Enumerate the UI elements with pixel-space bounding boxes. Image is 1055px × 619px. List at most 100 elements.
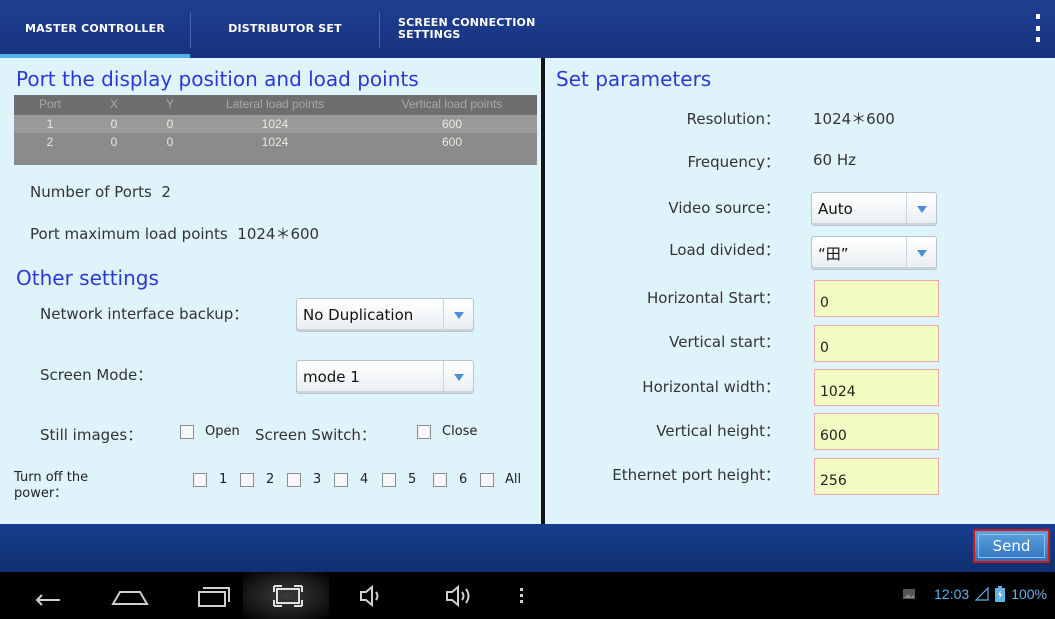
system-nav-bar: 12:03 100% — [0, 572, 1055, 619]
tab-label-line2: SETTINGS — [398, 28, 461, 41]
power-off-checkbox-all[interactable] — [480, 473, 494, 487]
tab-distributor-set[interactable]: DISTRIBUTOR SET — [191, 0, 379, 58]
signal-icon — [975, 587, 989, 601]
power-off-option-label: 6 — [459, 472, 468, 487]
volume-down-icon[interactable] — [356, 580, 386, 610]
screen-mode-dropdown[interactable]: mode 1 — [296, 360, 474, 394]
video-source-dropdown[interactable]: Auto — [811, 192, 937, 226]
menu-dots-icon[interactable] — [514, 580, 528, 610]
power-off-option-label: All — [505, 472, 522, 487]
load-divided-value: “田” — [818, 244, 849, 263]
section-title-port-display: Port the display position and load point… — [16, 67, 419, 91]
table-cell: 0 — [110, 135, 118, 149]
horizontal-width-input[interactable]: 1024 — [814, 369, 939, 406]
power-off-checkbox-5[interactable] — [382, 473, 396, 487]
ports-label: Number of Ports — [30, 183, 152, 201]
table-cell: 600 — [441, 117, 463, 131]
still-images-label: Still images： — [40, 426, 143, 444]
power-off-label-line1: Turn off the — [14, 470, 89, 485]
battery-icon — [995, 586, 1006, 602]
resolution-label: Resolution： — [686, 110, 780, 128]
max-load-label: Port maximum load points — [30, 225, 228, 243]
power-off-checkbox-4[interactable] — [334, 473, 348, 487]
power-off-checkbox-6[interactable] — [433, 473, 447, 487]
power-off-checkbox-2[interactable] — [240, 473, 254, 487]
ports-count: Number of Ports 2 — [30, 183, 171, 201]
chevron-down-icon — [906, 237, 936, 269]
table-cell: 1024 — [261, 117, 289, 131]
horizontal-width-label: Horizontal width： — [642, 378, 780, 396]
max-load-value: 1024＊600 — [237, 225, 320, 243]
screen-switch-close-checkbox[interactable] — [417, 425, 431, 439]
still-images-open-checkbox[interactable] — [180, 425, 194, 439]
clock-text: 12:03 — [934, 586, 970, 602]
frequency-label: Frequency： — [687, 153, 781, 171]
resolution-value: 1024＊600 — [813, 110, 895, 128]
chevron-down-icon — [906, 193, 936, 225]
table-header-row: Port X Y Lateral load points Vertical lo… — [14, 95, 537, 115]
send-button[interactable]: Send — [973, 529, 1050, 563]
table-cell: 0 — [110, 117, 118, 131]
network-backup-dropdown[interactable]: No Duplication — [296, 298, 474, 332]
horizontal-start-input[interactable]: 0 — [814, 280, 939, 317]
screen-switch-label: Screen Switch： — [255, 426, 376, 444]
table-header: X — [109, 97, 118, 111]
overflow-menu-icon[interactable] — [1033, 14, 1043, 42]
status-area: 12:03 100% — [902, 586, 1047, 602]
frequency-value: 60 Hz — [813, 151, 857, 169]
tab-label: MASTER CONTROLLER — [24, 22, 166, 35]
load-divided-dropdown[interactable]: “田” — [811, 236, 937, 270]
screen-mode-label: Screen Mode： — [40, 366, 153, 384]
section-title-set-parameters: Set parameters — [556, 67, 712, 91]
chevron-down-icon — [443, 299, 473, 331]
table-header: Vertical load points — [401, 97, 503, 111]
table-cell: 1 — [46, 117, 54, 131]
main-content: Port the display position and load point… — [0, 58, 1055, 524]
tab-label: DISTRIBUTOR SET — [228, 22, 342, 35]
tab-label: SCREEN CONNECTION SETTINGS — [398, 17, 536, 41]
horizontal-start-label: Horizontal Start： — [646, 289, 780, 307]
table-row: 1 0 0 1024 600 — [14, 115, 537, 133]
power-off-option-label: 2 — [266, 472, 275, 487]
recent-apps-icon[interactable] — [193, 580, 233, 610]
screenshot-icon[interactable] — [270, 580, 306, 610]
vertical-height-input[interactable]: 600 — [814, 413, 939, 450]
chevron-down-icon — [443, 361, 473, 393]
power-off-option-label: 4 — [360, 472, 369, 487]
network-backup-label: Network interface backup： — [40, 305, 249, 323]
power-off-label-line2: power： — [14, 486, 68, 501]
table-header: Lateral load points — [225, 97, 325, 111]
action-bar: Send — [0, 524, 1055, 572]
table-header: Y — [165, 97, 174, 111]
ethernet-port-height-label: Ethernet port height： — [612, 466, 780, 484]
power-off-option-label: 3 — [313, 472, 322, 487]
screen-switch-close-label: Close — [442, 424, 478, 439]
max-load-points: Port maximum load points 1024＊600 — [30, 223, 319, 244]
still-images-open-label: Open — [205, 424, 240, 439]
table-row: 2 0 0 1024 600 — [14, 133, 537, 151]
volume-up-icon[interactable] — [442, 580, 476, 610]
battery-percent: 100% — [1011, 586, 1047, 602]
vertical-start-label: Vertical start： — [669, 333, 780, 351]
tab-master-controller[interactable]: MASTER CONTROLLER — [0, 0, 190, 58]
vertical-start-input[interactable]: 0 — [814, 325, 939, 362]
tab-bar: MASTER CONTROLLER DISTRIBUTOR SET SCREEN… — [0, 0, 1055, 58]
home-icon[interactable] — [108, 580, 152, 610]
back-icon[interactable] — [28, 580, 68, 610]
power-off-option-label: 1 — [219, 472, 228, 487]
screen-mode-value: mode 1 — [303, 368, 360, 386]
load-divided-label: Load divided： — [669, 241, 780, 259]
network-backup-value: No Duplication — [303, 306, 414, 324]
panel-divider — [541, 58, 545, 524]
vertical-height-label: Vertical height： — [656, 422, 780, 440]
tab-screen-connection-settings[interactable]: SCREEN CONNECTION SETTINGS — [380, 0, 540, 58]
ethernet-port-height-input[interactable]: 256 — [814, 458, 939, 495]
port-table: Port X Y Lateral load points Vertical lo… — [14, 95, 537, 165]
ports-value: 2 — [161, 183, 171, 201]
power-off-option-label: 5 — [408, 472, 417, 487]
power-off-checkbox-3[interactable] — [287, 473, 301, 487]
section-title-other-settings: Other settings — [16, 266, 159, 290]
table-cell: 600 — [441, 135, 463, 149]
table-cell: 0 — [166, 117, 174, 131]
power-off-checkbox-1[interactable] — [193, 473, 207, 487]
